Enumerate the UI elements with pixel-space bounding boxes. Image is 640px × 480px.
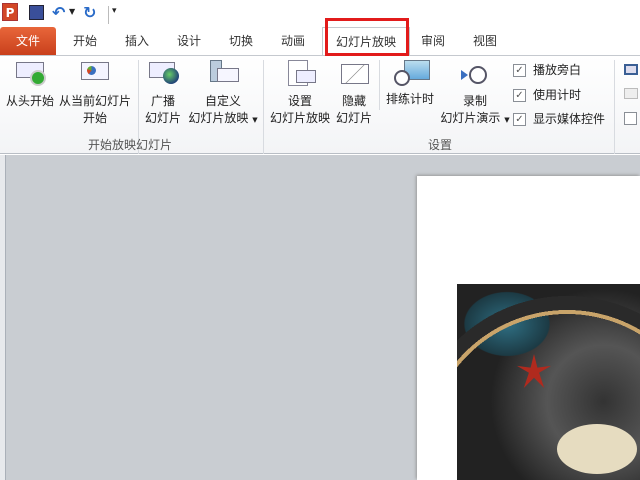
quick-access-toolbar: P ↶ ▼ ↻ ▾ bbox=[0, 0, 640, 25]
slide-picture[interactable] bbox=[457, 284, 640, 480]
stopwatch-screen-icon bbox=[394, 58, 430, 88]
separator bbox=[379, 60, 380, 110]
starfish-shape bbox=[517, 354, 551, 388]
projector-chart-icon bbox=[79, 60, 111, 90]
separator bbox=[614, 60, 615, 154]
highlight-box bbox=[325, 18, 409, 56]
checkbox-check-icon: ✓ bbox=[513, 89, 526, 102]
editing-workspace bbox=[0, 155, 640, 480]
tab-home[interactable]: 开始 bbox=[60, 27, 110, 55]
tab-animations[interactable]: 动画 bbox=[268, 27, 318, 55]
record-slide-show-button[interactable]: 录制 幻灯片演示 ▼ bbox=[438, 60, 512, 129]
rehearse-timings-button[interactable]: 排练计时 bbox=[382, 58, 438, 108]
presenter-view-checkbox[interactable] bbox=[624, 112, 637, 125]
tab-insert[interactable]: 插入 bbox=[112, 27, 162, 55]
tab-file[interactable]: 文件 bbox=[0, 27, 56, 55]
undo-icon[interactable]: ↶ bbox=[52, 3, 65, 22]
from-current-slide-button[interactable]: 从当前幻灯片 开始 bbox=[57, 60, 133, 127]
broadcast-slide-show-button[interactable]: 广播 幻灯片 bbox=[142, 60, 184, 127]
globe-projector-icon bbox=[147, 60, 179, 90]
custom-slide-show-button[interactable]: 自定义 幻灯片放映 ▼ bbox=[186, 60, 260, 129]
projector-play-icon bbox=[14, 60, 46, 90]
tab-review[interactable]: 审阅 bbox=[410, 27, 456, 55]
slide-canvas[interactable] bbox=[417, 176, 640, 480]
slides-pane-edge[interactable] bbox=[0, 155, 6, 480]
dropdown-arrow-icon[interactable]: ▼ bbox=[504, 116, 509, 124]
separator bbox=[263, 60, 264, 154]
record-stopwatch-icon bbox=[459, 60, 491, 90]
hide-slide-button[interactable]: 隐藏 幻灯片 bbox=[333, 60, 375, 127]
use-timings-checkbox[interactable]: ✓ 使用计时 bbox=[513, 86, 581, 103]
shell-shape bbox=[557, 424, 637, 474]
ribbon: 从头开始 从当前幻灯片 开始 广播 幻灯片 自定义 幻灯片放映 ▼ 开始放映幻灯… bbox=[0, 56, 640, 154]
save-icon[interactable] bbox=[29, 5, 44, 20]
monitor-icon[interactable] bbox=[624, 64, 638, 75]
checkbox-check-icon: ✓ bbox=[513, 64, 526, 77]
group-label-start-slide-show: 开始放映幻灯片 bbox=[87, 138, 172, 152]
dropdown-arrow-icon[interactable]: ▼ bbox=[252, 116, 257, 124]
checkbox-check-icon: ✓ bbox=[513, 113, 526, 126]
from-beginning-button[interactable]: 从头开始 bbox=[2, 60, 58, 110]
presenter-view-icon bbox=[624, 88, 638, 99]
group-label-setup: 设置 bbox=[427, 138, 452, 152]
tab-transitions[interactable]: 切换 bbox=[216, 27, 266, 55]
undo-dropdown-icon[interactable]: ▼ bbox=[69, 7, 75, 25]
custom-show-icon bbox=[207, 60, 239, 90]
tab-design[interactable]: 设计 bbox=[164, 27, 214, 55]
hide-slide-icon bbox=[338, 60, 370, 90]
play-narrations-checkbox[interactable]: ✓ 播放旁白 bbox=[513, 61, 581, 78]
show-media-controls-checkbox[interactable]: ✓ 显示媒体控件 bbox=[513, 110, 605, 127]
customize-qat-icon[interactable]: ▾ bbox=[108, 6, 117, 24]
tab-view[interactable]: 视图 bbox=[460, 27, 510, 55]
set-up-slide-show-button[interactable]: 设置 幻灯片放映 bbox=[268, 60, 332, 127]
redo-icon[interactable]: ↻ bbox=[83, 3, 96, 22]
powerpoint-app-icon[interactable]: P bbox=[2, 3, 18, 21]
ribbon-tabs: 文件 开始 插入 设计 切换 动画 幻灯片放映 审阅 视图 bbox=[0, 25, 640, 56]
setup-show-icon bbox=[284, 60, 316, 90]
